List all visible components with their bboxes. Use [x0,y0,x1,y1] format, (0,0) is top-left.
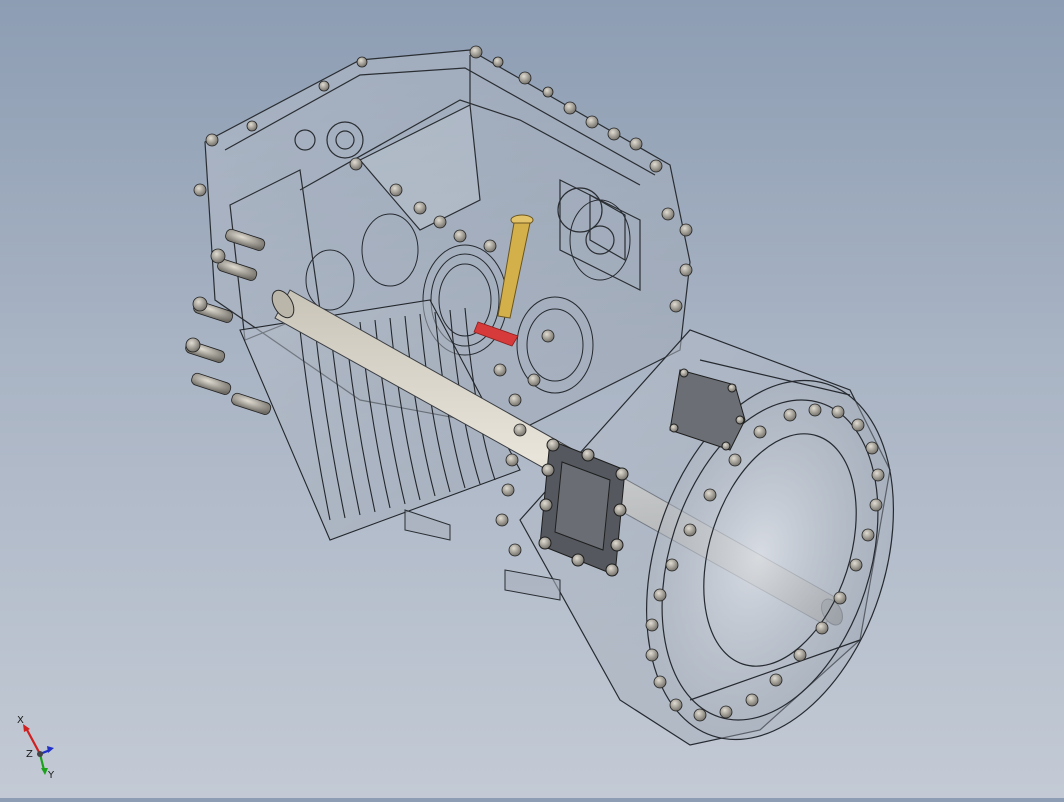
z-axis-label: Z [26,749,33,760]
cad-3d-viewport[interactable] [0,0,1064,798]
x-axis-label: X [17,715,24,726]
triad-origin [37,751,43,757]
orientation-triad: X Z Y [14,712,60,781]
gearbox-model-render[interactable] [0,0,1064,798]
y-axis-label: Y [47,770,55,778]
y-axis-arrow [38,753,48,775]
